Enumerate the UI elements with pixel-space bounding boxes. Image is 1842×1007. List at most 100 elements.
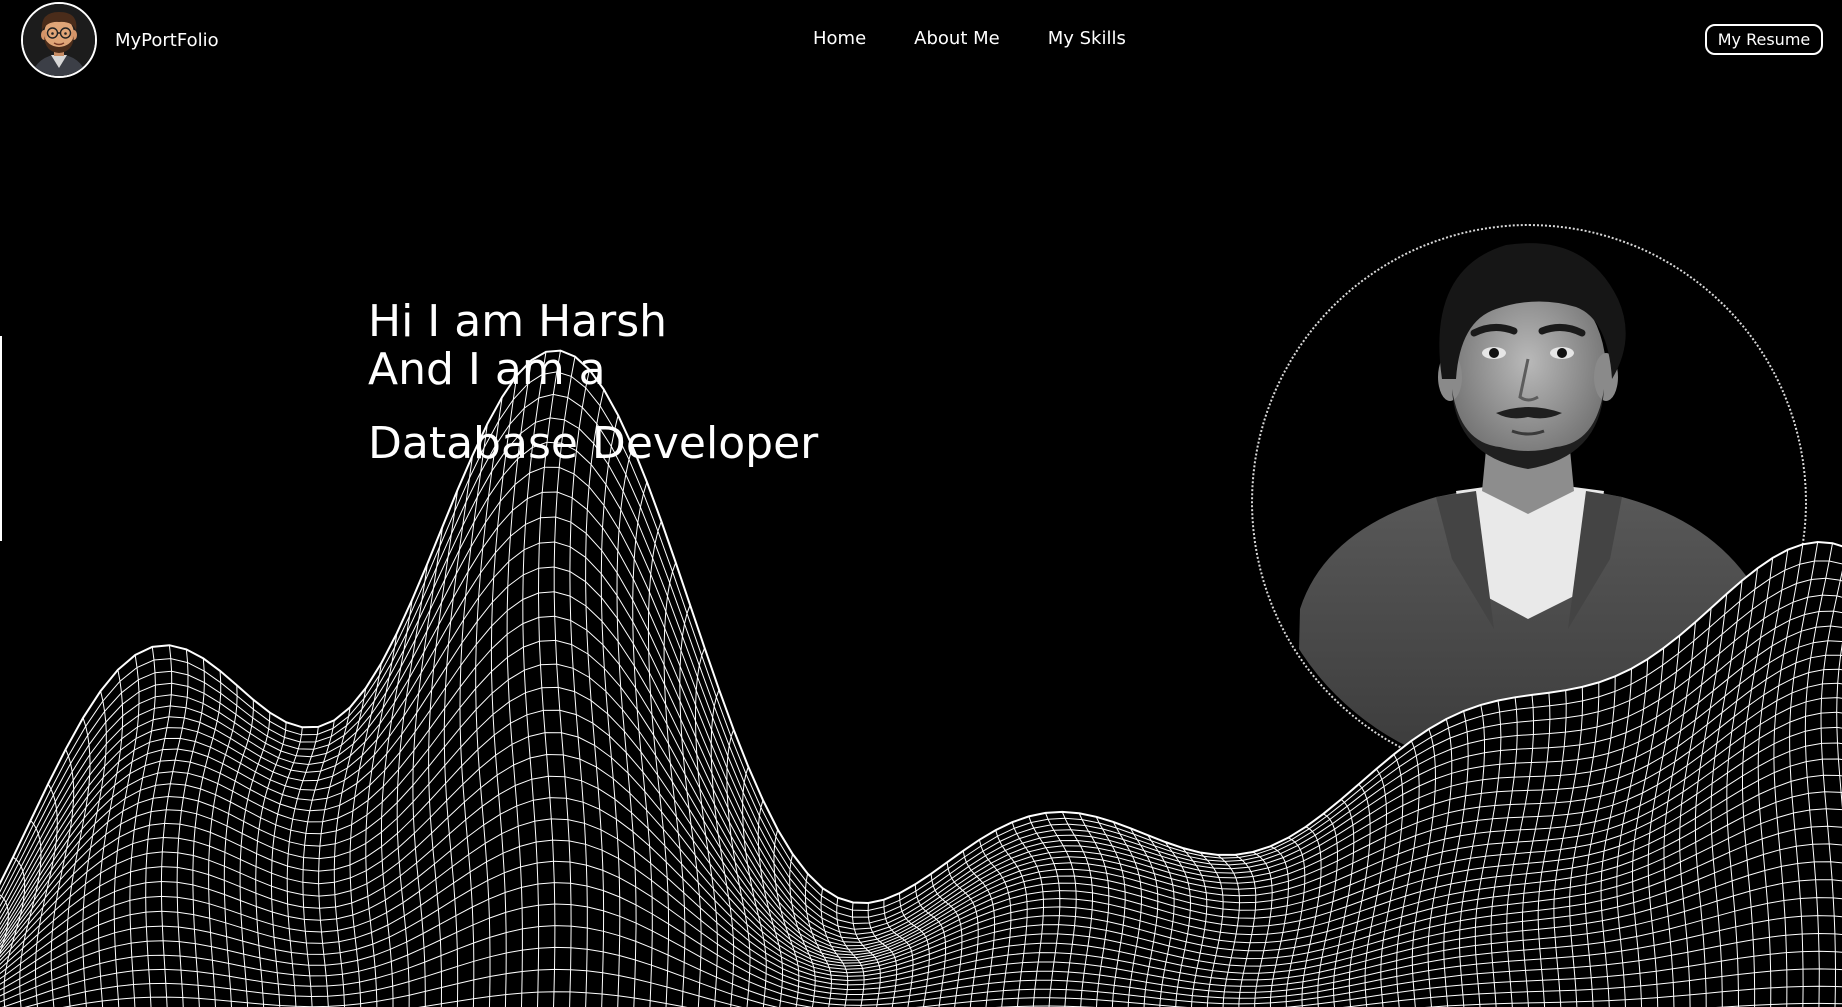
wireframe-column-line [333,687,367,1007]
wireframe-column-line [1804,543,1833,1007]
profile-photo [1256,229,1802,775]
wireframe-column-line [97,669,124,1007]
wireframe-column-line [1836,642,1842,809]
wireframe-row-line [62,968,1842,1007]
wireframe-column-line [1269,845,1289,1007]
wireframe-row-line [24,946,1842,1007]
wireframe-column-line [647,520,670,1007]
wireframe-column-line [1234,854,1257,1007]
wireframe-column-line [318,707,351,1007]
wireframe-column-line [1028,816,1061,1007]
wireframe-row-line [0,797,1842,982]
wireframe-column-line [0,894,9,954]
wireframe-column-line [380,599,413,1007]
wireframe-column-line [459,423,488,1007]
wireframe-column-line [443,455,474,1007]
wireframe-column-line [962,850,996,1007]
wireframe-column-line [270,727,303,1007]
wireframe-column-line [995,829,1028,1007]
wireframe-row-line [0,818,1842,986]
wireframe-column-line [867,902,898,1007]
wireframe-column-line [255,722,287,1007]
wireframe-row-line [0,903,1842,1006]
wireframe-column-line [208,685,238,1007]
wireframe-column-line [804,873,832,1007]
wireframe-column-line [1348,783,1371,1007]
wireframe-row-line [0,882,1842,1001]
resume-button[interactable]: My Resume [1705,24,1823,55]
left-edge-line [0,336,2,541]
hero-role: Database Developer [368,418,819,469]
wireframe-column-line [349,662,382,1007]
wireframe-column-line [789,853,816,1007]
wireframe-column-line [883,899,914,1007]
wireframe-column-line [679,604,702,1007]
brand-link[interactable]: MyPortFolio [21,0,219,80]
wireframe-column-line [726,729,751,1007]
wireframe-column-line [820,888,849,1007]
wireframe-column-line [914,884,947,1007]
cartoon-avatar-icon [21,2,97,78]
wireframe-column-line [490,375,518,1007]
wireframe-column-line [946,862,979,1007]
wireframe-column-line [899,893,930,1007]
wireframe-column-line [757,800,783,1007]
wireframe-column-line [585,389,605,1007]
wireframe-column-line [192,670,222,1007]
wireframe-column-line [1078,813,1110,1007]
wireframe-column-line [286,726,319,1007]
wireframe-column-line [600,415,621,1007]
wireframe-row-line [418,991,1842,1007]
wireframe-column-line [930,873,963,1007]
wireframe-column-line [160,649,189,1007]
portfolio-page: MyPortFolio Home About Me My Skills My R… [0,0,1842,1007]
wireframe-column-line [616,446,637,1007]
nav-link-home[interactable]: Home [813,28,866,49]
wireframe-column-line [145,645,173,1007]
navbar: MyPortFolio Home About Me My Skills My R… [0,0,1842,80]
wireframe-column-line [694,647,718,1007]
wireframe-column-line [1396,740,1420,1007]
wireframe-column-line [1147,834,1175,1007]
wireframe-column-line [773,829,800,1007]
wireframe-column-line [1301,826,1322,1007]
hero-intro: And I am a [368,344,606,395]
wireframe-column-line [1317,813,1339,1007]
wireframe-column-line [742,766,767,1007]
nav-link-about-me[interactable]: About Me [914,28,1000,49]
wireframe-row-line [0,753,1842,974]
wireframe-column-line [475,396,503,1007]
wireframe-column-line [1199,852,1224,1007]
wireframe-column-line [1252,851,1273,1007]
wireframe-column-line [1820,570,1842,1007]
wireframe-column-line [1095,816,1126,1007]
wireframe-column-line [19,820,42,1007]
wireframe-column-line [1217,854,1241,1007]
wireframe-column-line [1130,828,1159,1007]
wireframe-column-line [396,563,428,1007]
wireframe-column-line [1164,841,1192,1007]
wireframe-column-line [3,856,26,1007]
hero-greeting: Hi I am Harsh [368,296,668,347]
wireframe-column-line [1285,837,1306,1007]
wireframe-column-line [223,699,254,1007]
wireframe-row-line [1,925,1842,1007]
brand-name: MyPortFolio [115,29,219,51]
wireframe-column-line [302,720,335,1007]
nav-link-my-skills[interactable]: My Skills [1048,28,1126,49]
wireframe-column-line [836,897,865,1007]
wireframe-column-line [50,749,75,1007]
wireframe-column-line [34,783,58,1007]
wireframe-column-line [852,902,881,1007]
wireframe-column-line [710,689,735,1007]
wireframe-column-line [66,717,91,1007]
wireframe-row-line [0,839,1842,991]
wireframe-column-line [1182,847,1208,1007]
wireframe-column-line [129,646,156,1007]
wireframe-column-line [1411,728,1437,1007]
wireframe-column-line [365,633,398,1007]
wireframe-column-line [239,712,271,1007]
hero-section: Hi I am Harsh And I am a Database Develo… [368,298,818,468]
wireframe-column-line [82,690,107,1007]
wireframe-column-line [1061,811,1093,1007]
